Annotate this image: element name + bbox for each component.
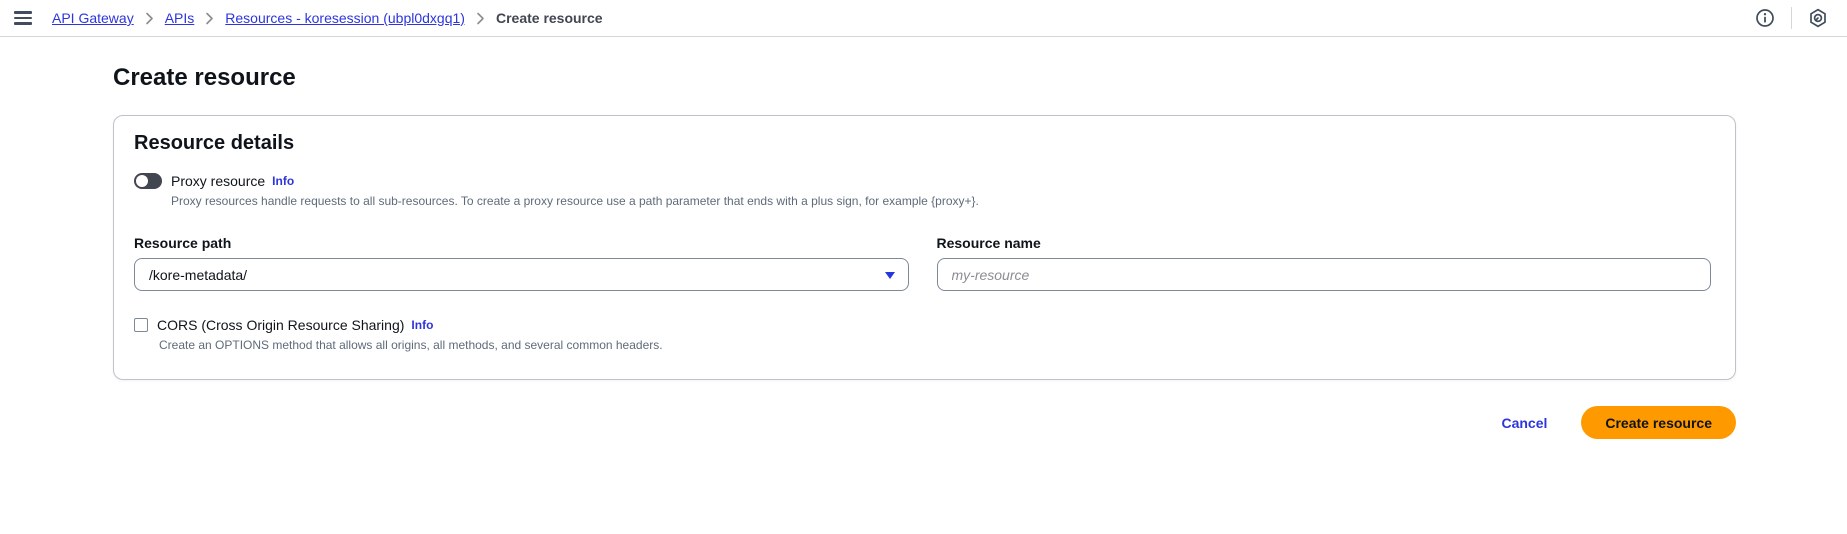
- resource-path-label: Resource path: [134, 235, 909, 251]
- resource-name-field: Resource name: [937, 235, 1712, 291]
- chevron-right-icon: [205, 12, 214, 25]
- proxy-resource-toggle[interactable]: [134, 173, 162, 189]
- top-navigation-bar: API Gateway APIs Resources - koresession…: [0, 0, 1847, 37]
- resource-path-field: Resource path /kore-metadata/: [134, 235, 909, 291]
- info-circle-icon[interactable]: [1754, 7, 1776, 29]
- page-title: Create resource: [113, 63, 1847, 93]
- cors-label: CORS (Cross Origin Resource Sharing): [157, 317, 404, 333]
- chevron-right-icon: [145, 12, 154, 25]
- resource-form-grid: Resource path /kore-metadata/ Resource n…: [134, 235, 1711, 291]
- proxy-resource-row: Proxy resource Info: [134, 173, 1711, 189]
- settings-icon[interactable]: [1807, 7, 1829, 29]
- chevron-right-icon: [476, 12, 485, 25]
- resource-details-card: Resource details Proxy resource Info Pro…: [113, 115, 1736, 380]
- breadcrumb-current-page: Create resource: [496, 10, 603, 26]
- cors-checkbox[interactable]: [134, 318, 148, 332]
- section-title: Resource details: [134, 132, 1711, 155]
- form-actions: Cancel Create resource: [113, 406, 1736, 439]
- resource-path-selected-value: /kore-metadata/: [149, 267, 247, 283]
- resource-name-input[interactable]: [937, 258, 1712, 291]
- cors-row: CORS (Cross Origin Resource Sharing) Inf…: [134, 317, 1711, 333]
- cancel-button[interactable]: Cancel: [1501, 415, 1547, 431]
- caret-down-icon: [885, 272, 895, 279]
- menu-icon[interactable]: [14, 11, 32, 25]
- proxy-resource-description: Proxy resources handle requests to all s…: [171, 194, 1711, 209]
- topbar-actions: [1754, 7, 1829, 29]
- proxy-resource-info-link[interactable]: Info: [272, 174, 294, 188]
- cors-description: Create an OPTIONS method that allows all…: [159, 338, 1711, 353]
- breadcrumb-link-resources[interactable]: Resources - koresession (ubpl0dxgq1): [225, 10, 465, 26]
- topbar-divider: [1791, 7, 1792, 29]
- cors-info-link[interactable]: Info: [411, 318, 433, 332]
- resource-name-label: Resource name: [937, 235, 1712, 251]
- proxy-resource-label: Proxy resource: [171, 173, 265, 189]
- breadcrumb: API Gateway APIs Resources - koresession…: [52, 10, 603, 26]
- create-resource-button[interactable]: Create resource: [1581, 406, 1736, 439]
- toggle-knob: [136, 175, 148, 187]
- breadcrumb-link-apis[interactable]: APIs: [165, 10, 195, 26]
- resource-path-select[interactable]: /kore-metadata/: [134, 258, 909, 291]
- breadcrumb-link-api-gateway[interactable]: API Gateway: [52, 10, 134, 26]
